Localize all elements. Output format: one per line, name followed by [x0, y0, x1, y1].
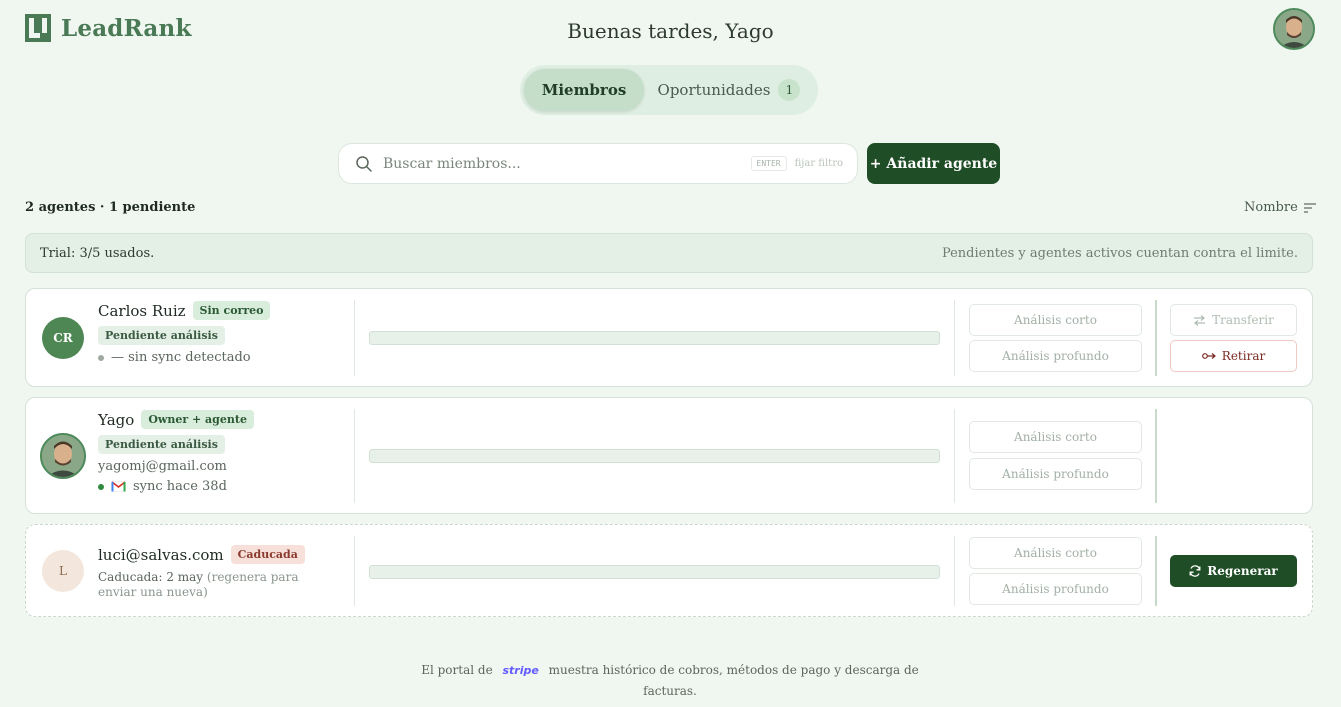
filter-hint: fijar filtro [794, 158, 843, 169]
divider [954, 409, 955, 503]
tab-oportunidades[interactable]: Oportunidades 1 [644, 69, 814, 111]
role-badge: Owner + agente [141, 410, 254, 429]
trial-note: Pendientes y agentes activos cuentan con… [941, 245, 1298, 261]
regenerate-button[interactable]: Regenerar [1170, 555, 1297, 587]
search-bar: ENTER fijar filtro [338, 143, 858, 184]
short-analysis-button[interactable]: Análisis corto [969, 421, 1142, 453]
sort-label: Nombre [1244, 200, 1298, 215]
short-analysis-button[interactable]: Análisis corto [969, 304, 1142, 336]
sync-status-dot [98, 354, 104, 361]
sort-button[interactable]: Nombre [1244, 200, 1316, 215]
greeting-title: Buenas tardes, Yago [567, 19, 774, 43]
member-card-carlos: CR Carlos Ruiz Sin correo Pendiente anál… [25, 288, 1313, 387]
analysis-progress-bar [369, 565, 940, 579]
member-card-invite: L luci@salvas.com Caducada Caducada: 2 m… [25, 524, 1313, 617]
members-count: 2 agentes · 1 pendiente [25, 200, 196, 215]
user-avatar[interactable] [1273, 8, 1315, 50]
status-badge: Caducada [230, 545, 305, 564]
divider [1155, 409, 1157, 503]
user-avatar-photo [1275, 10, 1313, 48]
deep-analysis-button[interactable]: Análisis profundo [969, 458, 1142, 490]
gmail-icon [111, 481, 126, 492]
member-name: Yago [98, 410, 135, 429]
oportunidades-count-badge: 1 [778, 79, 801, 101]
tab-miembros[interactable]: Miembros [524, 69, 644, 111]
search-input[interactable] [383, 155, 751, 172]
member-email: yagomj@gmail.com [98, 459, 227, 474]
analysis-progress-bar [369, 449, 940, 463]
tab-miembros-label: Miembros [541, 81, 627, 99]
member-name: Carlos Ruiz [98, 301, 186, 320]
billing-footer: El portal de stripe muestra histórico de… [420, 660, 920, 701]
pending-badge: Pendiente análisis [98, 435, 225, 454]
retire-label: Retirar [1221, 349, 1266, 363]
deep-analysis-button[interactable]: Análisis profundo [969, 340, 1142, 372]
transfer-button[interactable]: Transferir [1170, 304, 1297, 336]
divider [954, 536, 955, 606]
divider [354, 536, 355, 606]
refresh-icon [1189, 565, 1201, 577]
analysis-progress-bar [369, 331, 940, 345]
sync-status-dot [98, 483, 104, 490]
member-name: luci@salvas.com [98, 545, 224, 564]
tab-oportunidades-label: Oportunidades [657, 81, 771, 99]
expired-date: Caducada: 2 may [98, 570, 204, 584]
footer-text-before: El portal de [421, 663, 493, 677]
sync-status: — sin sync detectado [111, 350, 251, 365]
transfer-icon [1194, 314, 1206, 326]
status-badge: Sin correo [192, 301, 271, 320]
avatar: L [42, 550, 84, 592]
pending-badge: Pendiente análisis [98, 326, 225, 345]
avatar-photo [42, 435, 84, 477]
avatar: CR [42, 317, 84, 359]
divider [354, 409, 355, 503]
divider [1155, 536, 1157, 606]
add-agent-button[interactable]: + Añadir agente [867, 143, 1000, 184]
retire-icon [1201, 353, 1216, 359]
trial-usage: Trial: 3/5 usados. [40, 245, 155, 261]
sync-status: sync hace 38d [133, 479, 227, 494]
retire-button[interactable]: Retirar [1170, 340, 1297, 372]
enter-key-hint: ENTER [750, 156, 787, 171]
avatar [40, 433, 86, 479]
trial-banner: Trial: 3/5 usados. Pendientes y agentes … [25, 233, 1313, 273]
deep-analysis-button[interactable]: Análisis profundo [969, 573, 1142, 605]
transfer-label: Transferir [1212, 313, 1274, 327]
divider [354, 300, 355, 376]
divider [954, 300, 955, 376]
member-card-yago: Yago Owner + agente Pendiente análisis y… [25, 397, 1313, 514]
view-tabs: Miembros Oportunidades 1 [520, 65, 818, 115]
search-icon [356, 155, 372, 172]
sort-icon [1303, 202, 1316, 213]
footer-text-after: muestra histórico de cobros, métodos de … [548, 663, 919, 698]
regenerate-label: Regenerar [1207, 564, 1278, 578]
short-analysis-button[interactable]: Análisis corto [969, 537, 1142, 569]
divider [1155, 300, 1157, 376]
stripe-logo[interactable]: stripe [503, 664, 539, 677]
